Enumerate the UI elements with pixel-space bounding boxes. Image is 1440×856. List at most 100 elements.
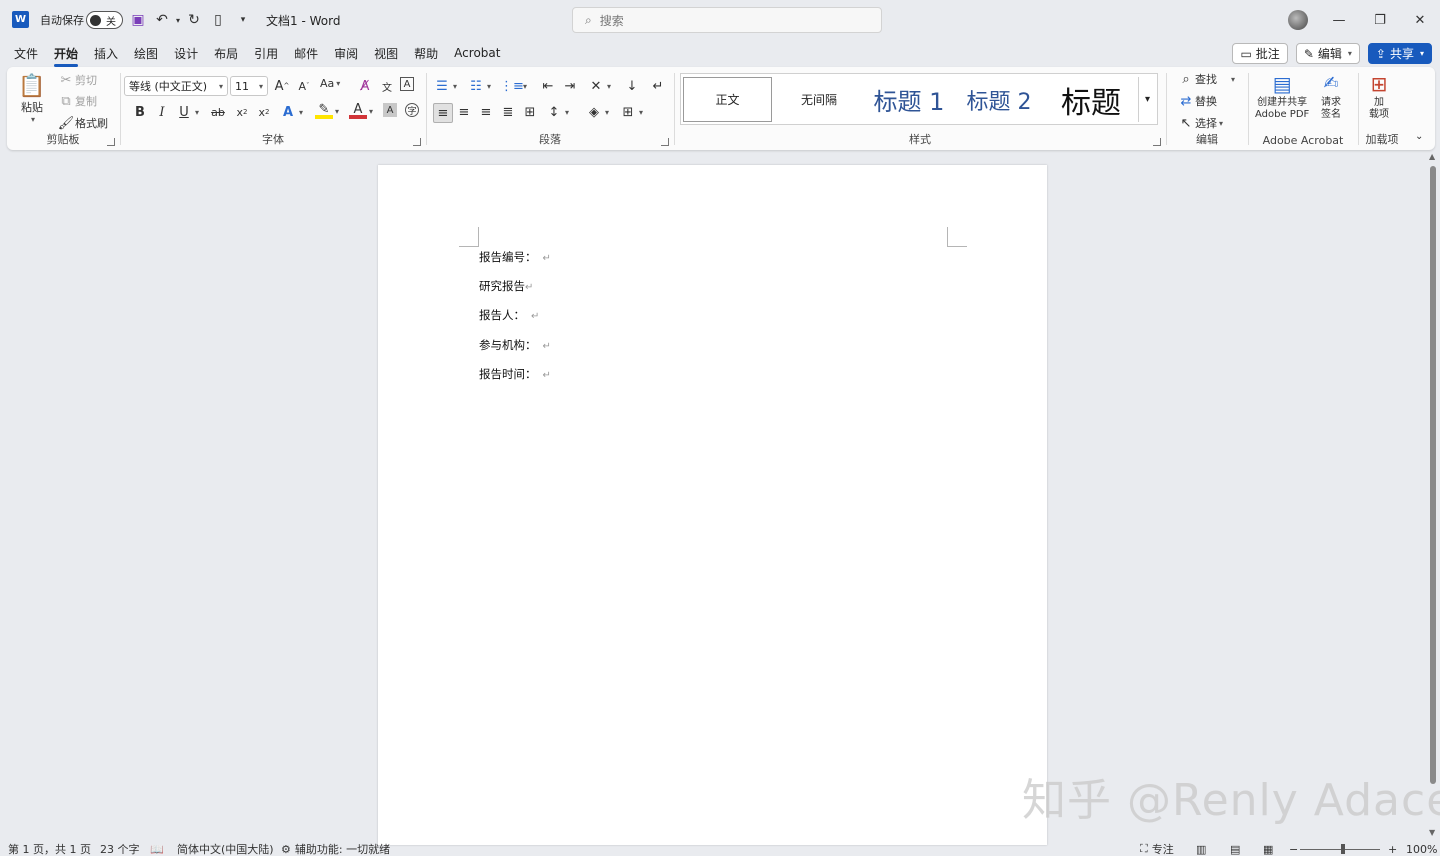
find-button[interactable]: ⌕ 查找 ▾: [1177, 70, 1235, 88]
addins-button[interactable]: ⊞ 加 载项: [1367, 71, 1391, 121]
zoom-slider-thumb[interactable]: [1341, 844, 1345, 854]
save-icon[interactable]: ▣: [128, 10, 148, 30]
show-marks-button[interactable]: ↵: [649, 77, 667, 95]
distribute-button[interactable]: ⊞: [521, 103, 539, 121]
zoom-slider[interactable]: [1300, 849, 1380, 850]
tab-review[interactable]: 审阅: [334, 41, 358, 66]
char-shading-button[interactable]: A: [383, 103, 397, 117]
align-right-button[interactable]: ≡: [477, 103, 495, 121]
scroll-up-icon[interactable]: ▲: [1429, 152, 1435, 161]
font-name-select[interactable]: 等线 (中文正文) ▾: [124, 76, 228, 96]
text-effects-button[interactable]: A ▾: [279, 103, 303, 121]
dialog-launcher-icon[interactable]: [661, 138, 669, 146]
sort-button[interactable]: ↓: [623, 77, 641, 95]
tab-draw[interactable]: 绘图: [134, 41, 158, 66]
enclose-char-button[interactable]: 字: [405, 103, 419, 117]
scroll-down-icon[interactable]: ▼: [1429, 828, 1435, 837]
language-indicator[interactable]: 简体中文(中国大陆): [177, 842, 274, 856]
grow-font-button[interactable]: A ^: [273, 77, 291, 95]
paragraph-research-report[interactable]: 研究报告↵: [479, 278, 533, 294]
paragraph-reporter[interactable]: 报告人： ↵: [479, 307, 539, 323]
paragraph-report-time[interactable]: 报告时间： ↵: [479, 366, 551, 382]
tab-help[interactable]: 帮助: [414, 41, 438, 66]
increase-indent-button[interactable]: ⇥: [561, 77, 579, 95]
subscript-button[interactable]: x2: [233, 103, 251, 121]
line-spacing-button[interactable]: ↕ ▾: [545, 103, 569, 121]
select-button[interactable]: ↖ 选择 ▾: [1177, 114, 1223, 132]
tab-file[interactable]: 文件: [14, 41, 38, 66]
clear-format-button[interactable]: A̸: [356, 77, 374, 95]
dialog-launcher-icon[interactable]: [1153, 138, 1161, 146]
superscript-button[interactable]: x2: [255, 103, 273, 121]
focus-mode-button[interactable]: ⛶ 专注: [1140, 842, 1174, 856]
justify-button[interactable]: ≣: [499, 103, 517, 121]
cut-button[interactable]: ✂ 剪切: [57, 71, 97, 89]
search-box[interactable]: ⌕ 搜索: [572, 7, 882, 33]
align-left-button[interactable]: ≡: [433, 103, 453, 123]
comments-button[interactable]: ▭ 批注: [1232, 43, 1288, 64]
restore-icon[interactable]: ❐: [1368, 8, 1392, 32]
create-share-pdf-button[interactable]: ▤ 创建并共享 Adobe PDF: [1255, 71, 1309, 121]
tab-references[interactable]: 引用: [254, 41, 278, 66]
paragraph-institution[interactable]: 参与机构： ↵: [479, 337, 551, 353]
dialog-launcher-icon[interactable]: [107, 138, 115, 146]
italic-button[interactable]: I: [153, 103, 171, 121]
document-page[interactable]: 报告编号： ↵ 研究报告↵ 报告人： ↵ 参与机构： ↵ 报告时间： ↵: [378, 165, 1047, 845]
shrink-font-button[interactable]: Aˇ: [295, 77, 313, 95]
phonetic-guide-button[interactable]: 文: [378, 77, 396, 95]
strikethrough-button[interactable]: ab: [209, 103, 227, 121]
customize-quick-access-icon[interactable]: ▾: [233, 10, 253, 30]
vertical-scrollbar[interactable]: ▲ ▼: [1426, 152, 1440, 842]
chinese-layout-button[interactable]: ✕ ▾: [587, 77, 611, 95]
char-border-button[interactable]: A: [400, 77, 414, 91]
bullets-button[interactable]: ☰ ▾: [433, 77, 457, 95]
tab-home[interactable]: 开始: [54, 41, 79, 67]
tab-design[interactable]: 设计: [174, 41, 198, 66]
decrease-indent-button[interactable]: ⇤: [539, 77, 557, 95]
change-case-button[interactable]: Aa ▾: [320, 77, 340, 90]
tab-view[interactable]: 视图: [374, 41, 398, 66]
tab-acrobat[interactable]: Acrobat: [454, 42, 500, 64]
print-layout-icon[interactable]: ▤: [1230, 842, 1240, 856]
collapse-ribbon-button[interactable]: ⌄: [1415, 131, 1423, 142]
editing-mode-button[interactable]: ✎ 编辑 ▾: [1295, 43, 1360, 64]
proofing-icon[interactable]: 📖: [150, 842, 164, 856]
tab-insert[interactable]: 插入: [94, 41, 118, 66]
highlight-button[interactable]: ✎ ▾: [315, 102, 339, 119]
format-painter-button[interactable]: 🖌 格式刷: [57, 114, 108, 132]
bold-button[interactable]: B: [131, 103, 149, 121]
numbering-button[interactable]: ☷ ▾: [467, 77, 491, 95]
redo-icon[interactable]: ↻: [184, 10, 204, 30]
zoom-out-icon[interactable]: −: [1289, 842, 1298, 856]
borders-button[interactable]: ⊞ ▾: [619, 103, 643, 121]
acrobat-group-label: Adobe Acrobat: [1262, 134, 1344, 147]
font-size-select[interactable]: 11 ▾: [230, 76, 268, 96]
user-avatar[interactable]: [1288, 10, 1308, 30]
zoom-level[interactable]: 100%: [1406, 842, 1437, 856]
replace-button[interactable]: ⇄ 替换: [1177, 92, 1217, 110]
tab-mailings[interactable]: 邮件: [294, 41, 318, 66]
paste-button[interactable]: 📋 粘贴 ▾: [18, 73, 45, 125]
zoom-in-icon[interactable]: +: [1388, 842, 1397, 856]
request-signature-button[interactable]: ✍ 请求 签名: [1319, 71, 1343, 121]
new-doc-icon[interactable]: ▯: [208, 10, 228, 30]
scrollbar-thumb[interactable]: [1430, 166, 1436, 784]
copy-button[interactable]: ⧉ 复制: [57, 92, 97, 110]
web-layout-icon[interactable]: ▦: [1263, 842, 1273, 856]
shading-button[interactable]: ◈ ▾: [585, 103, 609, 121]
multilevel-list-button[interactable]: ⋮≡ ▾: [500, 77, 527, 95]
font-color-button[interactable]: A ▾: [349, 102, 373, 119]
close-icon[interactable]: ✕: [1408, 8, 1432, 32]
word-count[interactable]: 23 个字: [100, 842, 140, 856]
align-center-button[interactable]: ≡: [455, 103, 473, 121]
read-mode-icon[interactable]: ▥: [1196, 842, 1206, 856]
paragraph-report-number[interactable]: 报告编号： ↵: [479, 249, 551, 265]
share-button[interactable]: ⇪ 共享 ▾: [1367, 43, 1432, 64]
minimize-icon[interactable]: —: [1327, 8, 1351, 32]
underline-button[interactable]: U ▾: [175, 103, 199, 121]
page-count[interactable]: 第 1 页，共 1 页: [8, 842, 91, 856]
tab-layout[interactable]: 布局: [214, 41, 238, 66]
accessibility-indicator[interactable]: ⚙ 辅助功能: 一切就绪: [281, 842, 390, 856]
dialog-launcher-icon[interactable]: [413, 138, 421, 146]
autosave-toggle[interactable]: 关: [86, 11, 123, 29]
